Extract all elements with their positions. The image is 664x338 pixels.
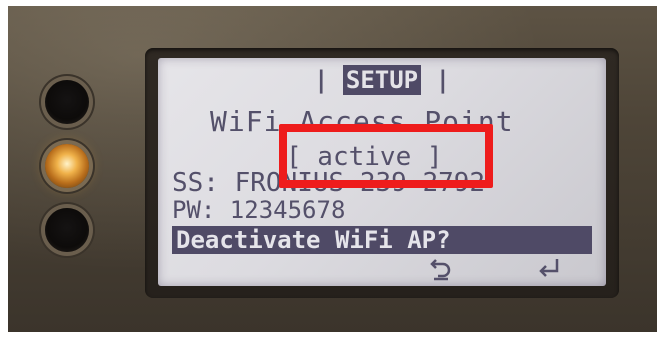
highlight-box xyxy=(279,124,493,188)
enter-softkey[interactable] xyxy=(536,256,562,282)
status-led-top xyxy=(45,80,89,124)
deactivate-wifi-prompt[interactable]: Deactivate WiFi AP? xyxy=(172,226,592,254)
password-value: PW: 12345678 xyxy=(172,196,346,224)
back-softkey[interactable] xyxy=(428,256,454,282)
undo-arrow-icon xyxy=(430,259,451,281)
title-divider-left: | xyxy=(313,66,329,94)
menu-title: | SETUP | xyxy=(158,65,606,95)
setup-label: SETUP xyxy=(342,65,422,95)
enter-return-icon xyxy=(539,259,559,277)
status-led-bottom xyxy=(45,208,89,252)
title-divider-right: | xyxy=(435,66,451,94)
status-led-lit xyxy=(45,144,89,188)
